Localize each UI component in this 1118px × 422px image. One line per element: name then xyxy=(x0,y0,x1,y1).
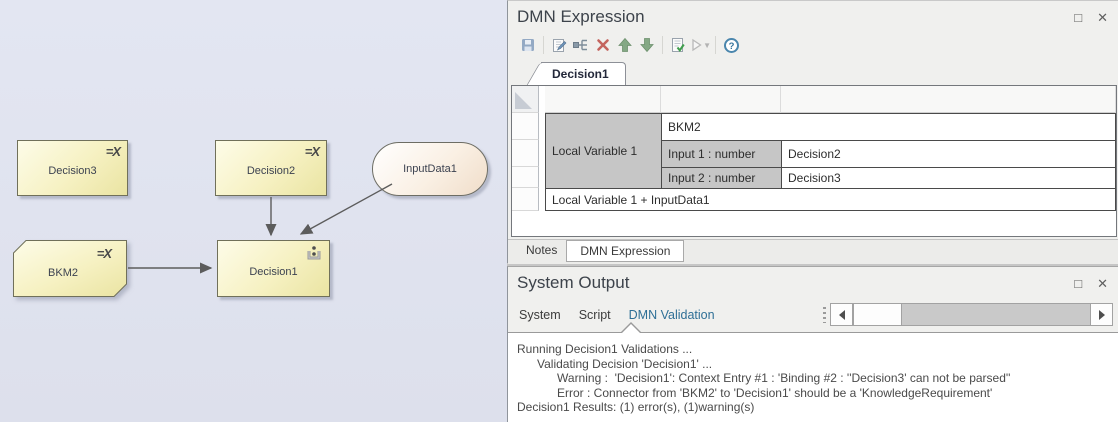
boxed-expression-marker: =X xyxy=(106,144,120,159)
tab-script[interactable]: Script xyxy=(577,306,613,324)
system-output-panel: System Output □ ✕ System Script DMN Vali… xyxy=(507,266,1118,422)
cell-final-expression[interactable]: Local Variable 1 + InputData1 xyxy=(545,188,1116,211)
toolbar-separator xyxy=(662,36,663,54)
dropdown-caret-icon[interactable]: ▼ xyxy=(703,41,711,50)
cell-binding-value[interactable]: Decision3 xyxy=(781,167,1116,188)
grid-corner-cell[interactable] xyxy=(512,86,539,113)
log-line: Warning : 'Decision1': Context Entry #1 … xyxy=(517,371,1118,386)
diagram-connectors xyxy=(0,0,507,422)
scroll-left-button[interactable] xyxy=(831,304,853,325)
node-label: Decision2 xyxy=(247,159,295,177)
node-label: Decision3 xyxy=(48,159,96,177)
tab-label: Decision1 xyxy=(552,67,609,81)
horizontal-scrollbar[interactable] xyxy=(830,303,1113,326)
context-expression-grid: Local Variable 1 BKM2 Input 1 : number D… xyxy=(512,86,1116,211)
validation-log[interactable]: Running Decision1 Validations ... Valida… xyxy=(508,333,1118,422)
tab-dmn-validation[interactable]: DMN Validation xyxy=(627,306,717,324)
node-bkm2[interactable]: BKM2 =X xyxy=(13,240,127,297)
svg-text:=X: =X xyxy=(97,246,114,261)
system-output-tabstrip: System Script DMN Validation xyxy=(508,297,1118,333)
node-decision3[interactable]: =X Decision3 xyxy=(17,140,128,196)
modify-icon[interactable] xyxy=(548,34,570,56)
maximize-icon[interactable]: □ xyxy=(1074,11,1082,24)
node-label: Decision1 xyxy=(249,260,297,278)
cell-invocation[interactable]: BKM2 xyxy=(661,113,1116,140)
column-header[interactable] xyxy=(661,86,781,113)
diagram-canvas[interactable]: =X Decision3 =X Decision2 InputData1 BKM… xyxy=(0,0,507,422)
insert-entry-icon[interactable] xyxy=(570,34,592,56)
row-gutter[interactable] xyxy=(512,167,539,188)
tab-system[interactable]: System xyxy=(517,306,563,324)
scrollbar-thumb[interactable] xyxy=(853,304,902,325)
expression-editor: Local Variable 1 BKM2 Input 1 : number D… xyxy=(511,85,1117,237)
node-label: InputData1 xyxy=(403,163,457,175)
node-decision1[interactable]: Decision1 xyxy=(217,240,330,297)
toolbar-separator xyxy=(715,36,716,54)
validate-icon[interactable] xyxy=(667,34,689,56)
column-header[interactable] xyxy=(781,86,1116,113)
log-line: Decision1 Results: (1) error(s), (1)warn… xyxy=(517,400,1118,415)
cell-binding-param[interactable]: Input 2 : number xyxy=(661,167,781,188)
cell-binding-param[interactable]: Input 1 : number xyxy=(661,140,781,167)
help-icon[interactable]: ? xyxy=(720,34,742,56)
node-inputdata1[interactable]: InputData1 xyxy=(372,142,488,196)
node-decision2[interactable]: =X Decision2 xyxy=(215,140,327,196)
row-gutter[interactable] xyxy=(512,113,539,140)
move-up-icon[interactable] xyxy=(614,34,636,56)
tab-decision1[interactable]: Decision1 xyxy=(541,62,626,85)
scroll-left-icon xyxy=(839,310,845,320)
log-line: Validating Decision 'Decision1' ... xyxy=(517,357,1118,372)
log-line: Running Decision1 Validations ... xyxy=(517,342,1118,357)
system-output-header: System Output □ ✕ xyxy=(508,267,1118,297)
dmn-expression-header: DMN Expression □ ✕ xyxy=(508,1,1118,31)
dmn-expression-toolbar: ▼ ? xyxy=(508,31,1118,59)
maximize-icon[interactable]: □ xyxy=(1074,277,1082,290)
row-gutter[interactable] xyxy=(512,140,539,167)
log-line: Error : Connector from 'BKM2' to 'Decisi… xyxy=(517,386,1118,401)
expression-tabstrip: Decision1 xyxy=(508,59,1118,85)
toolbar-separator xyxy=(543,36,544,54)
right-dock: DMN Expression □ ✕ xyxy=(507,0,1118,422)
context-expression-icon xyxy=(304,244,324,265)
panel-title: DMN Expression xyxy=(517,7,1059,27)
svg-text:BKM2: BKM2 xyxy=(48,267,78,279)
panel-title: System Output xyxy=(517,273,1059,293)
boxed-expression-marker: =X xyxy=(305,144,319,159)
bkm-shape: BKM2 =X xyxy=(13,240,127,297)
scroll-right-button[interactable] xyxy=(1090,304,1112,325)
save-icon[interactable] xyxy=(517,34,539,56)
cell-local-variable[interactable]: Local Variable 1 xyxy=(545,113,661,188)
run-icon[interactable]: ▼ xyxy=(689,34,711,56)
close-icon[interactable]: ✕ xyxy=(1097,277,1108,290)
row-gutter[interactable] xyxy=(512,188,539,211)
cell-binding-value[interactable]: Decision2 xyxy=(781,140,1116,167)
column-header[interactable] xyxy=(545,86,661,113)
tab-dmn-expression[interactable]: DMN Expression xyxy=(566,240,684,262)
corner-triangle-icon xyxy=(515,92,532,109)
delete-icon[interactable] xyxy=(592,34,614,56)
dmn-bottom-tabstrip: Notes DMN Expression xyxy=(508,239,1118,264)
active-tab-notch xyxy=(622,324,640,333)
move-down-icon[interactable] xyxy=(636,34,658,56)
close-icon[interactable]: ✕ xyxy=(1097,11,1108,24)
svg-text:?: ? xyxy=(728,41,734,52)
dmn-expression-panel: DMN Expression □ ✕ xyxy=(507,0,1118,263)
scroll-right-icon xyxy=(1099,310,1105,320)
tab-notes[interactable]: Notes xyxy=(517,240,566,260)
scrollbar-grip-icon[interactable] xyxy=(823,307,826,323)
